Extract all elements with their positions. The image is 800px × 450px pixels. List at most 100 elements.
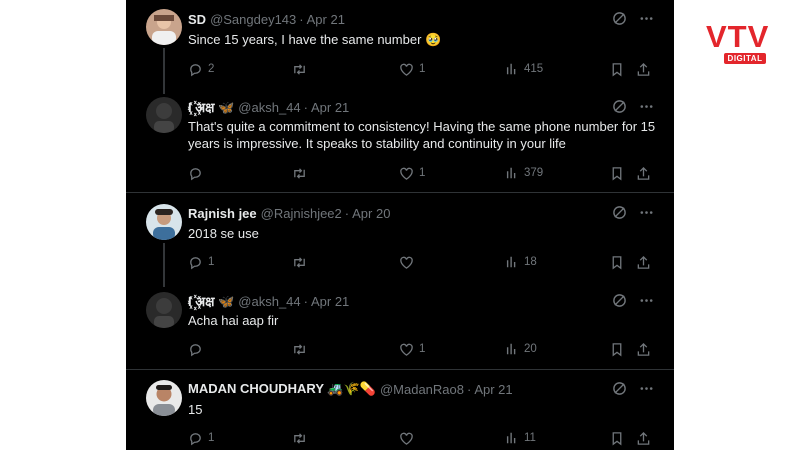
bookmark-button[interactable] — [610, 431, 624, 446]
reply-button[interactable]: 1 — [188, 431, 214, 446]
grok-icon[interactable] — [612, 99, 627, 119]
like-count: 1 — [419, 343, 426, 355]
tweet-text: 15 — [188, 402, 203, 417]
user-handle[interactable]: @MadanRao8 — [380, 382, 464, 397]
reply-button[interactable] — [188, 342, 208, 357]
more-options-icon[interactable] — [639, 205, 654, 225]
more-options-icon[interactable] — [639, 293, 654, 313]
repost-button[interactable] — [291, 166, 313, 181]
tweet-actions: 2 1 415 — [188, 61, 654, 77]
avatar[interactable] — [146, 97, 182, 133]
avatar[interactable] — [146, 292, 182, 328]
user-handle[interactable]: @aksh_44 — [238, 294, 300, 309]
repost-button[interactable] — [291, 431, 313, 446]
reply-button[interactable]: 2 — [188, 62, 214, 77]
logo-wordmark: VTV — [706, 19, 770, 54]
repost-button[interactable] — [291, 62, 313, 77]
user-handle[interactable]: @aksh_44 — [238, 100, 300, 115]
tweet-date[interactable]: Apr 21 — [474, 382, 512, 397]
tweet-header: I ꙰अक्ष 🦋 @aksh_44 · Apr 21 — [188, 98, 352, 116]
share-button[interactable] — [636, 431, 651, 446]
share-button[interactable] — [636, 62, 651, 77]
repost-button[interactable] — [291, 342, 313, 357]
tweet-actions: 1 11 — [188, 430, 654, 446]
share-button[interactable] — [636, 342, 651, 357]
bookmark-button[interactable] — [610, 342, 624, 357]
display-name[interactable]: I ꙰अक्ष 🦋 — [188, 292, 234, 310]
tweet-actions: 1 18 — [188, 254, 654, 270]
reply-count: 2 — [208, 63, 215, 75]
like-count: 1 — [419, 167, 426, 179]
avatar[interactable] — [146, 9, 182, 45]
view-count: 415 — [524, 63, 544, 75]
separator: · — [466, 381, 472, 397]
reply-count: 1 — [208, 432, 215, 444]
user-handle[interactable]: @Sangdey143 — [210, 12, 296, 27]
display-name[interactable]: Rajnish jee — [188, 206, 257, 221]
tweet-top-actions — [612, 11, 654, 31]
tweet-top-actions — [612, 99, 654, 119]
bookmark-button[interactable] — [610, 62, 624, 77]
tweet[interactable]: MADAN CHOUDHARY 🚜🌾💊 @MadanRao8 · Apr 21 … — [126, 370, 674, 450]
grok-icon[interactable] — [612, 381, 627, 401]
reply-feed: SD @Sangdey143 · Apr 21 Since 15 years, … — [126, 0, 674, 450]
separator: · — [303, 99, 308, 115]
tweet[interactable]: I ꙰अक्ष 🦋 @aksh_44 · Apr 21 That's quite… — [126, 92, 674, 192]
more-options-icon[interactable] — [639, 381, 654, 401]
tweet-date[interactable]: Apr 20 — [352, 206, 390, 221]
tweet-text: 2018 se use — [188, 226, 259, 241]
tweet-header: I ꙰अक्ष 🦋 @aksh_44 · Apr 21 — [188, 292, 352, 310]
bookmark-button[interactable] — [610, 255, 624, 270]
view-count: 18 — [524, 256, 537, 268]
tweet-top-actions — [612, 205, 654, 225]
view-count: 379 — [524, 167, 544, 179]
more-options-icon[interactable] — [639, 99, 654, 119]
views-button[interactable]: 11 — [505, 431, 536, 445]
avatar[interactable] — [146, 380, 182, 416]
like-button[interactable]: 1 — [399, 166, 425, 181]
view-count: 20 — [524, 343, 537, 355]
separator: · — [299, 11, 304, 27]
tweet-header: MADAN CHOUDHARY 🚜🌾💊 @MadanRao8 · Apr 21 — [188, 380, 516, 398]
display-name[interactable]: MADAN CHOUDHARY 🚜🌾💊 — [188, 381, 376, 397]
user-handle[interactable]: @Rajnishjee2 — [261, 206, 342, 221]
tweet-date[interactable]: Apr 21 — [311, 294, 349, 309]
views-button[interactable]: 415 — [505, 62, 543, 76]
logo-subtitle: DIGITAL — [724, 53, 766, 64]
display-name[interactable]: I ꙰अक्ष 🦋 — [188, 98, 234, 116]
tweet-top-actions — [612, 381, 654, 401]
tweet-text: Acha hai aap fir — [188, 313, 279, 328]
repost-button[interactable] — [291, 255, 313, 270]
tweet[interactable]: SD @Sangdey143 · Apr 21 Since 15 years, … — [126, 0, 674, 94]
bookmark-button[interactable] — [610, 166, 624, 181]
thread-line — [163, 48, 165, 94]
tweet-date[interactable]: Apr 21 — [311, 100, 349, 115]
tweet-actions: 1 379 — [188, 165, 654, 181]
like-button[interactable]: 1 — [399, 342, 425, 357]
tweet-header: Rajnish jee @Rajnishjee2 · Apr 20 — [188, 204, 393, 222]
views-button[interactable]: 20 — [505, 342, 537, 356]
tweet[interactable]: Rajnish jee @Rajnishjee2 · Apr 20 2018 s… — [126, 193, 674, 287]
tweet-top-actions — [612, 293, 654, 313]
share-button[interactable] — [636, 255, 651, 270]
tweet-date[interactable]: Apr 21 — [307, 12, 345, 27]
separator: · — [344, 205, 350, 221]
reply-button[interactable]: 1 — [188, 255, 214, 270]
like-button[interactable] — [399, 431, 419, 446]
reply-button[interactable] — [188, 166, 208, 181]
tweet[interactable]: I ꙰अक्ष 🦋 @aksh_44 · Apr 21 Acha hai aap… — [126, 280, 674, 368]
more-options-icon[interactable] — [639, 11, 654, 31]
like-button[interactable]: 1 — [399, 62, 425, 77]
tweet-text: Since 15 years, I have the same number 🥹 — [188, 32, 442, 47]
like-button[interactable] — [399, 255, 419, 270]
tweet-header: SD @Sangdey143 · Apr 21 — [188, 10, 348, 28]
avatar[interactable] — [146, 204, 182, 240]
grok-icon[interactable] — [612, 11, 627, 31]
grok-icon[interactable] — [612, 293, 627, 313]
like-count: 1 — [419, 63, 426, 75]
display-name[interactable]: SD — [188, 12, 206, 27]
grok-icon[interactable] — [612, 205, 627, 225]
views-button[interactable]: 18 — [505, 255, 537, 269]
share-button[interactable] — [636, 166, 651, 181]
views-button[interactable]: 379 — [505, 166, 543, 180]
